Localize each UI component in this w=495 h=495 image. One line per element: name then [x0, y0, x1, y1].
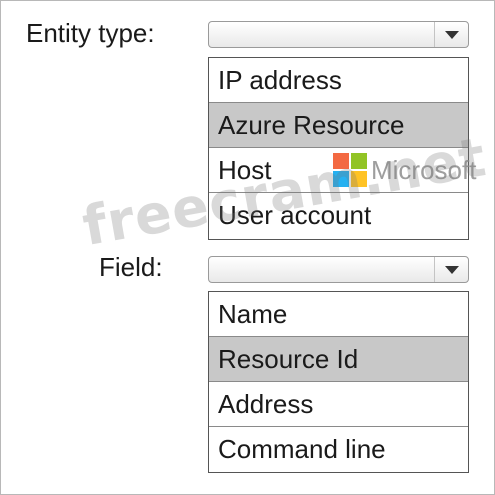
- field-option-name[interactable]: Name: [209, 292, 468, 337]
- entity-type-dropdown-button[interactable]: [434, 22, 468, 47]
- entity-option-ip-address[interactable]: IP address: [209, 58, 468, 103]
- field-option-list: Name Resource Id Address Command line: [208, 291, 469, 473]
- field-option-resource-id[interactable]: Resource Id: [209, 337, 468, 382]
- entity-type-label: Entity type:: [26, 18, 155, 48]
- chevron-down-icon: [444, 265, 459, 274]
- chevron-down-icon: [444, 30, 459, 39]
- field-dropdown-button[interactable]: [434, 257, 468, 282]
- field-label: Field:: [99, 252, 163, 282]
- field-dropdown[interactable]: [208, 256, 469, 283]
- entity-type-dropdown[interactable]: [208, 21, 469, 48]
- field-option-address[interactable]: Address: [209, 382, 468, 427]
- field-option-command-line[interactable]: Command line: [209, 427, 468, 472]
